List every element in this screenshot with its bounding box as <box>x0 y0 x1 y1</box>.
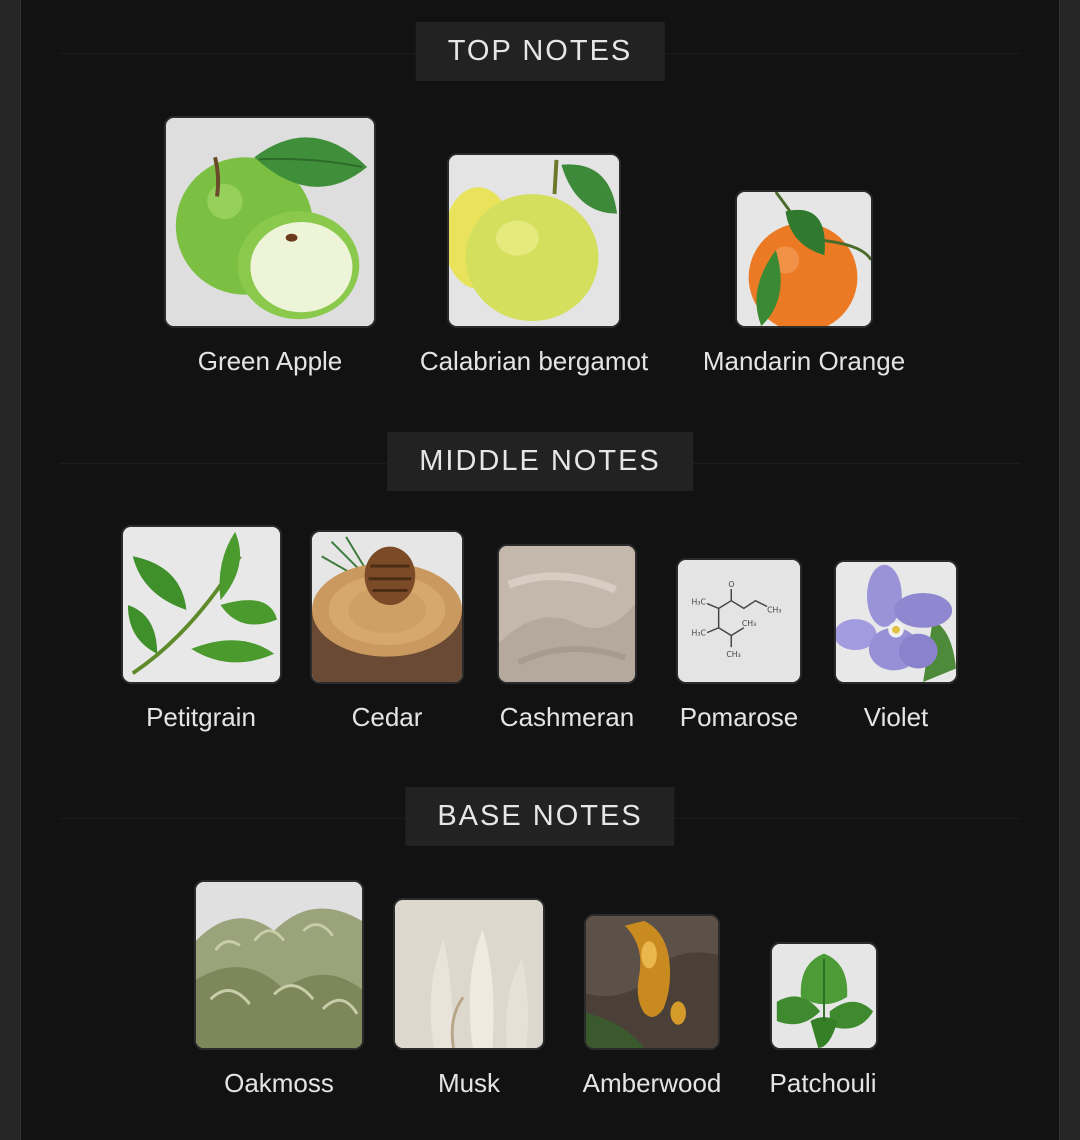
petitgrain-icon[interactable] <box>121 525 282 684</box>
patchouli-leaf-icon[interactable] <box>770 942 878 1050</box>
oakmoss-icon[interactable] <box>194 880 364 1050</box>
note-label-violet: Violet <box>863 702 929 732</box>
svg-text:H₃C: H₃C <box>692 629 706 638</box>
note-label-oakmoss: Oakmoss <box>224 1068 334 1098</box>
svg-text:CH₃: CH₃ <box>742 619 756 628</box>
note-label-pomarose: Pomarose <box>679 702 799 732</box>
musk-fur-icon[interactable] <box>393 898 545 1050</box>
svg-text:CH₃: CH₃ <box>726 650 740 659</box>
amber-resin-icon[interactable] <box>584 914 720 1050</box>
molecule-diagram-icon[interactable]: H₃C O CH₃ H₃C CH₃ CH₃ <box>676 558 802 684</box>
note-label-green-apple: Green Apple <box>197 346 343 376</box>
cedar-icon[interactable] <box>310 530 464 684</box>
note-label-amberwood: Amberwood <box>582 1068 722 1098</box>
mandarin-orange-icon[interactable] <box>735 190 873 328</box>
note-label-cedar: Cedar <box>351 702 423 732</box>
violet-flower-icon[interactable] <box>834 560 958 684</box>
section-title-middle: MIDDLE NOTES <box>387 432 693 491</box>
note-label-patchouli: Patchouli <box>769 1068 877 1098</box>
section-title-top: TOP NOTES <box>415 22 665 81</box>
note-label-mandarin-orange: Mandarin Orange <box>702 346 906 376</box>
green-apple-icon[interactable] <box>164 116 376 328</box>
svg-text:H₃C: H₃C <box>692 598 706 607</box>
note-label-petitgrain: Petitgrain <box>146 702 256 732</box>
svg-text:O: O <box>728 580 734 589</box>
note-label-calabrian-bergamot: Calabrian bergamot <box>419 346 649 376</box>
cashmere-fabric-icon[interactable] <box>497 544 637 684</box>
bergamot-icon[interactable] <box>447 153 621 328</box>
section-title-base: BASE NOTES <box>405 787 675 846</box>
note-label-musk: Musk <box>437 1068 501 1098</box>
note-label-cashmeran: Cashmeran <box>499 702 635 732</box>
svg-text:CH₃: CH₃ <box>767 605 781 614</box>
